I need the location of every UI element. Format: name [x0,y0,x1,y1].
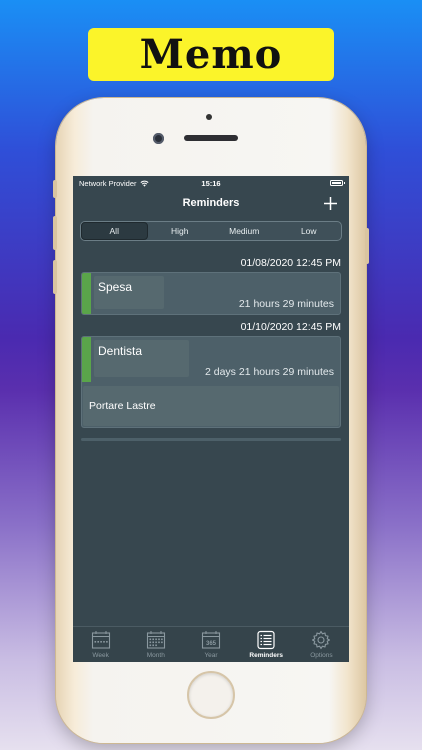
year-icon-text: 365 [206,641,217,647]
gear-icon [312,630,331,650]
banner-title: Memo [139,31,283,78]
volume-down-button [53,260,57,294]
home-button[interactable] [187,671,235,719]
reminder-list: 01/08/2020 12:45 PM Spesa 21 hours 29 mi… [73,257,349,428]
earpiece-speaker [184,135,238,141]
tab-year[interactable]: 365 Year [183,627,238,662]
segment-medium[interactable]: Medium [212,222,277,240]
reminder-datetime: 01/08/2020 12:45 PM [240,257,341,269]
calendar-month-icon [146,631,165,649]
reminder-datetime: 01/10/2020 12:45 PM [240,321,341,333]
calendar-365-icon: 365 [201,631,221,649]
calendar-week-icon [91,631,110,649]
carrier-label: Network Provider [79,178,137,188]
priority-filter: All High Medium Low [80,221,342,241]
power-button [365,228,369,264]
volume-up-button [53,216,57,250]
tab-label: Year [204,652,218,659]
proximity-sensor [206,114,212,120]
tab-label: Reminders [249,652,284,659]
reminder-title: Spesa [94,276,164,309]
tab-label: Week [92,652,109,659]
tab-options[interactable]: Options [294,627,349,662]
segment-high[interactable]: High [148,222,213,240]
tab-week[interactable]: Week [73,627,128,662]
tab-bar: Week Month 365 Year Reminders Options [73,626,349,662]
reminder-remaining-time: 21 hours 29 minutes [238,298,334,310]
tab-month[interactable]: Month [128,627,183,662]
list-icon [257,630,275,650]
reminder-remaining-time: 2 days 21 hours 29 minutes [205,366,334,378]
app-screen: Network Provider 15:16 Reminders All Hig… [73,176,349,662]
clock: 15:16 [201,178,221,188]
segment-all[interactable]: All [81,222,148,240]
battery-icon [330,180,345,186]
segment-low[interactable]: Low [277,222,342,240]
page-title: Reminders [182,197,240,209]
add-reminder-button[interactable] [324,193,337,214]
navigation-bar: Reminders [73,190,349,216]
status-bar: Network Provider 15:16 [73,176,349,190]
reminder-card[interactable]: Dentista 2 days 21 hours 29 minutes Port… [81,336,341,428]
tab-label: Options [310,652,333,659]
mute-switch [53,180,57,198]
wifi-icon [140,180,149,187]
plus-icon [324,197,337,210]
reminder-title: Dentista [94,340,189,377]
list-divider [81,438,341,441]
reminder-card[interactable]: Spesa 21 hours 29 minutes [81,272,341,315]
tab-reminders[interactable]: Reminders [239,627,294,662]
front-camera [153,133,164,144]
app-name-banner: Memo [88,28,334,81]
reminder-note: Portare Lastre [83,386,339,426]
tab-label: Month [146,652,165,659]
phone-frame: Network Provider 15:16 Reminders All Hig… [53,98,369,743]
